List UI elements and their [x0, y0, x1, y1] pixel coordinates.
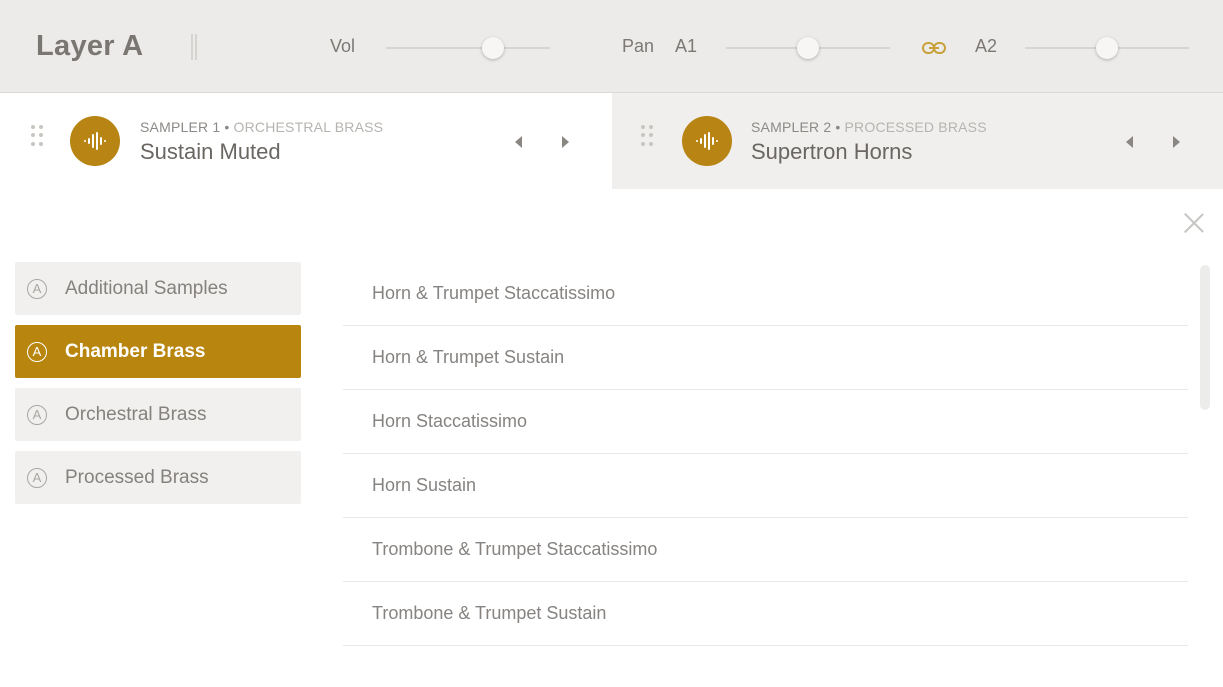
sampler-1-category: ORCHESTRAL BRASS	[233, 119, 384, 135]
sampler-2-preset-name: Supertron Horns	[751, 139, 913, 164]
preset-list: Horn & Trumpet Staccatissimo Horn & Trum…	[343, 262, 1188, 646]
drag-handle-icon[interactable]	[31, 125, 45, 147]
vol-slider[interactable]	[386, 37, 550, 59]
a2-pan-slider-knob[interactable]	[1096, 37, 1118, 59]
sampler-2-panel[interactable]: SAMPLER 2 • PROCESSED BRASS Supertron Horn…	[612, 93, 1223, 189]
sampler-1-label: SAMPLER 1	[140, 119, 221, 135]
layer-drag-handle[interactable]	[191, 34, 197, 60]
vol-slider-knob[interactable]	[482, 37, 504, 59]
waveform-icon	[70, 116, 120, 166]
sampler-1-panel[interactable]: SAMPLER 1 • ORCHESTRAL BRASS Sustain Muted	[0, 93, 612, 189]
category-item-additional-samples[interactable]: A Additional Samples	[15, 262, 301, 315]
waveform-icon	[682, 116, 732, 166]
layer-header: Layer A Vol Pan A1 A2	[0, 0, 1223, 93]
a1-pan-slider[interactable]	[726, 37, 890, 59]
vol-label: Vol	[330, 36, 356, 56]
sampler-2-subtitle: SAMPLER 2 • PROCESSED BRASS	[751, 119, 987, 135]
link-icon[interactable]	[921, 38, 947, 58]
sampler-1-preset-name: Sustain Muted	[140, 139, 281, 164]
category-badge-icon: A	[27, 278, 47, 299]
category-label: Orchestral Brass	[65, 403, 207, 425]
preset-item[interactable]: Horn Sustain	[343, 454, 1188, 518]
category-list: A Additional Samples A Chamber Brass A O…	[15, 262, 301, 514]
a2-pan-slider[interactable]	[1025, 37, 1189, 59]
preset-item[interactable]: Horn & Trumpet Sustain	[343, 326, 1188, 390]
sampler-1-subtitle: SAMPLER 1 • ORCHESTRAL BRASS	[140, 119, 384, 135]
sampler-2-next-icon[interactable]	[1173, 136, 1180, 148]
category-item-orchestral-brass[interactable]: A Orchestral Brass	[15, 388, 301, 441]
close-icon[interactable]	[1183, 212, 1205, 234]
preset-item[interactable]: Horn & Trumpet Staccatissimo	[343, 262, 1188, 326]
category-badge-icon: A	[27, 404, 47, 425]
category-label: Chamber Brass	[65, 340, 206, 362]
preset-item[interactable]: Trombone & Trumpet Staccatissimo	[343, 518, 1188, 582]
category-badge-icon: A	[27, 341, 47, 362]
category-label: Additional Samples	[65, 277, 228, 299]
category-item-processed-brass[interactable]: A Processed Brass	[15, 451, 301, 504]
category-item-chamber-brass[interactable]: A Chamber Brass	[15, 325, 301, 378]
sampler-1-next-icon[interactable]	[562, 136, 569, 148]
a1-label: A1	[675, 36, 698, 56]
a2-label: A2	[975, 36, 998, 56]
a1-pan-slider-knob[interactable]	[797, 37, 819, 59]
preset-list-scrollbar[interactable]	[1200, 265, 1210, 410]
category-badge-icon: A	[27, 467, 47, 488]
pan-label: Pan	[622, 36, 655, 56]
sampler-2-category: PROCESSED BRASS	[844, 119, 987, 135]
sampler-1-prev-icon[interactable]	[515, 136, 522, 148]
sampler-2-label: SAMPLER 2	[751, 119, 832, 135]
drag-handle-icon[interactable]	[641, 125, 655, 147]
category-label: Processed Brass	[65, 466, 209, 488]
preset-item[interactable]: Horn Staccatissimo	[343, 390, 1188, 454]
sampler-2-prev-icon[interactable]	[1126, 136, 1133, 148]
preset-item[interactable]: Trombone & Trumpet Sustain	[343, 582, 1188, 646]
layer-title: Layer A	[36, 30, 144, 62]
